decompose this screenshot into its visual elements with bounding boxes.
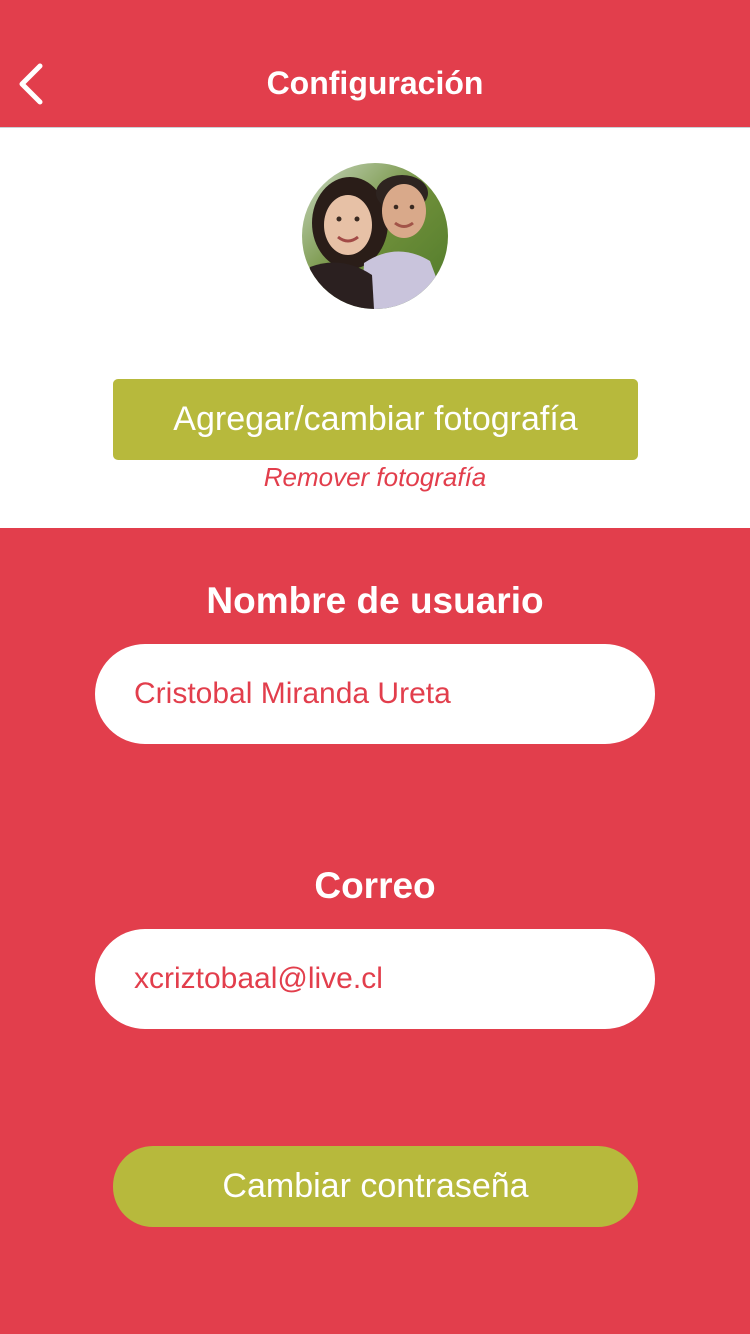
- add-change-photo-button[interactable]: Agregar/cambiar fotografía: [113, 379, 638, 460]
- avatar-photo-image: [302, 163, 448, 309]
- email-label: Correo: [314, 865, 436, 906]
- remove-photo-link[interactable]: Remover fotografía: [0, 458, 750, 496]
- email-field[interactable]: xcriztobaal@live.cl: [95, 929, 655, 1029]
- photo-section: Agregar/cambiar fotografía Remover fotog…: [0, 128, 750, 528]
- page-title: Configuración: [266, 65, 484, 101]
- change-password-button[interactable]: Cambiar contraseña: [113, 1146, 638, 1227]
- app-header: Configuración: [0, 0, 750, 128]
- username-label: Nombre de usuario: [206, 580, 544, 621]
- avatar: [302, 163, 448, 309]
- username-field[interactable]: Cristobal Miranda Ureta: [95, 644, 655, 744]
